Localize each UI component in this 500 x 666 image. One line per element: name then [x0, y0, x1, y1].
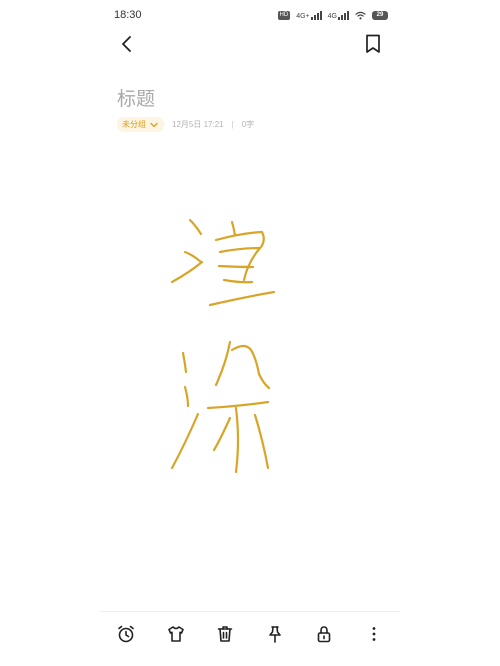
stroke-3: [170, 260, 204, 284]
stroke-9: [208, 290, 276, 307]
bottom-toolbar: [100, 611, 400, 655]
status-bar: 18:30 HD 4G+ 4G 29: [0, 0, 500, 30]
wifi-icon: [355, 11, 366, 19]
stroke-18: [253, 413, 270, 470]
signal-icon-2: 4G: [327, 10, 349, 20]
lock-button[interactable]: [313, 623, 335, 645]
pin-icon: [268, 625, 281, 643]
stroke-17: [212, 416, 232, 452]
stroke-10: [181, 351, 188, 374]
alarm-clock-icon: [118, 625, 134, 642]
stroke-16: [234, 406, 240, 474]
note-meta-row: 未分组 12月5日 17:21 | 0字: [117, 117, 254, 132]
note-datetime: 12月5日 17:21: [172, 120, 224, 129]
reminder-button[interactable]: [115, 623, 137, 645]
status-time: 18:30: [114, 9, 142, 21]
stroke-7: [217, 264, 255, 269]
note-title-input[interactable]: 标题: [117, 84, 155, 111]
stroke-4: [230, 220, 237, 237]
back-arrow-icon[interactable]: [116, 32, 138, 56]
more-button[interactable]: [363, 623, 385, 645]
theme-button[interactable]: [165, 623, 187, 645]
chevron-down-icon: [150, 122, 158, 127]
group-label: 未分组: [122, 120, 146, 129]
stroke-2: [183, 250, 203, 264]
more-vertical-icon: [372, 626, 376, 641]
stroke-5: [214, 230, 265, 249]
pin-button[interactable]: [264, 623, 286, 645]
group-selector[interactable]: 未分组: [117, 117, 164, 132]
lock-icon: [318, 625, 331, 642]
delete-button[interactable]: [214, 623, 236, 645]
handwriting-drawing: [170, 218, 276, 474]
network-label-2: 4G: [327, 12, 337, 20]
stroke-13: [214, 340, 232, 387]
handwriting-canvas[interactable]: [150, 200, 300, 490]
signal-icon-1: 4G+: [296, 10, 322, 20]
bottom-safe-area: [100, 655, 400, 666]
stroke-11: [183, 385, 190, 408]
top-nav: [0, 28, 500, 60]
stroke-14: [230, 344, 271, 390]
hd-badge: HD: [277, 10, 291, 20]
shirt-icon: [167, 625, 184, 642]
network-label-1: 4G+: [296, 12, 310, 20]
stroke-15: [206, 400, 270, 410]
stroke-8: [222, 278, 254, 284]
meta-separator: |: [231, 120, 234, 129]
bookmark-icon[interactable]: [362, 32, 384, 56]
stroke-6: [218, 246, 262, 282]
stroke-1: [188, 218, 203, 236]
stroke-12: [170, 412, 200, 470]
battery-icon: 29: [372, 10, 388, 20]
word-count: 0字: [241, 120, 255, 129]
status-icons: HD 4G+ 4G 29: [277, 10, 388, 20]
trash-icon: [217, 625, 233, 642]
